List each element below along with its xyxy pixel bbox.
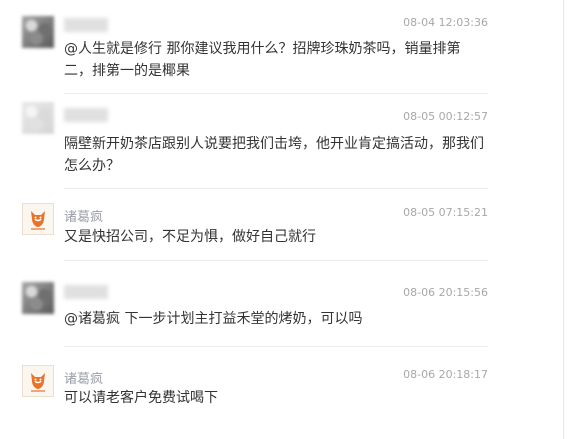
user-avatar[interactable] <box>22 282 54 314</box>
comment-timestamp: 08-04 12:03:36 <box>403 16 488 29</box>
comment-divider <box>64 188 488 189</box>
comment-thread: 08-04 12:03:36 @人生就是修行 那你建议我用什么？招牌珍珠奶茶吗，… <box>0 0 568 439</box>
comment-author[interactable]: 诸葛疯 <box>64 206 103 225</box>
comment-divider <box>64 260 488 261</box>
comment-text: 隔壁新开奶茶店跟别人说要把我们击垮，他开业肯定搞活动，那我们怎么办？ <box>64 136 484 174</box>
user-avatar[interactable] <box>22 102 54 134</box>
comment-author-blurred[interactable] <box>64 18 108 32</box>
fox-logo-icon <box>31 373 45 392</box>
comment-divider <box>64 346 488 347</box>
comment-author-blurred[interactable] <box>64 285 108 299</box>
comment-text: @人生就是修行 那你建议我用什么？招牌珍珠奶茶吗，销量排第二，排第一的是椰果 <box>64 41 461 79</box>
comment-timestamp: 08-06 20:15:56 <box>403 286 488 299</box>
comment-timestamp: 08-06 20:18:17 <box>403 368 488 381</box>
user-avatar[interactable] <box>22 16 54 48</box>
comment-author-blurred[interactable] <box>64 108 108 122</box>
brand-logo-avatar[interactable] <box>22 365 54 397</box>
scrollbar-track[interactable] <box>563 0 564 439</box>
comment-text: @诸葛疯 下一步计划主打益禾堂的烤奶，可以吗 <box>64 311 363 327</box>
comment-author[interactable]: 诸葛疯 <box>64 368 103 387</box>
comment-text: 又是快招公司，不足为惧，做好自己就行 <box>64 229 316 245</box>
comment-text: 可以请老客户免费试喝下 <box>64 390 218 406</box>
fox-logo-icon <box>31 211 45 230</box>
brand-logo-avatar[interactable] <box>22 203 54 235</box>
comment-timestamp: 08-05 07:15:21 <box>403 206 488 219</box>
comment-divider <box>64 93 488 94</box>
comment-timestamp: 08-05 00:12:57 <box>403 110 488 123</box>
